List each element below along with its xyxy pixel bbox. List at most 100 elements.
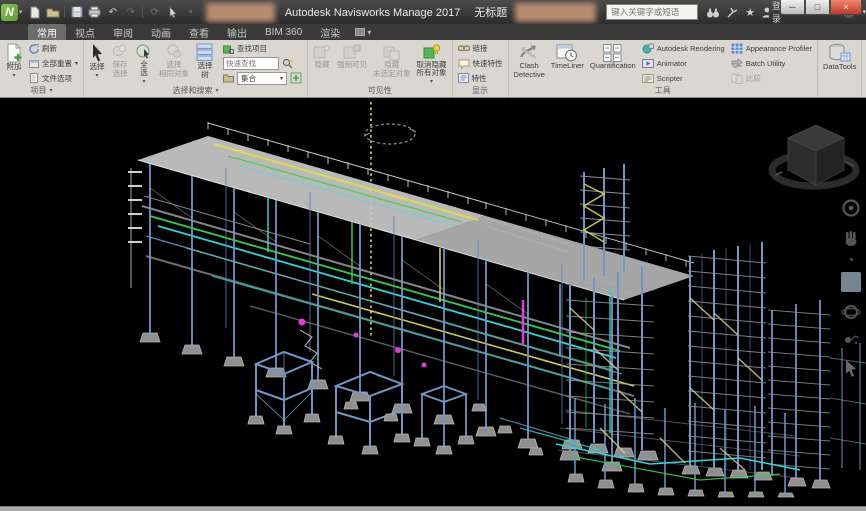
maximize-button[interactable]: □ <box>805 0 830 15</box>
find-items-button[interactable]: 查找项目 <box>221 42 304 56</box>
links-icon <box>458 44 470 53</box>
append-button[interactable]: 附加 ▾ <box>3 42 25 85</box>
quick-find-row <box>221 57 304 71</box>
select-button[interactable]: 选择 ▾ <box>87 42 107 85</box>
batch-utility-button[interactable]: Batch Utility <box>729 57 814 71</box>
sets-icon <box>223 73 234 83</box>
quantification-button[interactable]: Quantification <box>588 42 638 85</box>
save-icon <box>71 6 83 18</box>
new-file-button[interactable] <box>27 4 42 20</box>
minimize-button[interactable]: ─ <box>780 0 805 15</box>
refresh-icon <box>29 44 39 54</box>
orbit-icon[interactable] <box>841 303 861 321</box>
open-file-button[interactable] <box>45 4 60 20</box>
search-button[interactable] <box>706 7 720 18</box>
steering-wheel-icon[interactable] <box>841 198 861 218</box>
window-controls: ─ □ × <box>780 0 862 15</box>
animator-icon <box>642 58 654 69</box>
cursor-arrow-icon[interactable] <box>843 359 859 378</box>
save-selection-button[interactable]: 保存 选择 <box>109 42 131 85</box>
chevron-down-icon: ▾ <box>143 78 146 85</box>
tab-view[interactable]: 查看 <box>180 24 218 40</box>
navisworks-logo-icon: N <box>1 4 18 21</box>
chevron-down-icon: ▾ <box>19 8 23 16</box>
redo-button[interactable]: ↷ <box>123 4 138 20</box>
tall-tower <box>562 164 658 460</box>
hide-unselected-button[interactable]: 隐藏 未选定对象 <box>371 42 413 85</box>
zoom-tool-active[interactable] <box>841 272 861 292</box>
reset-all-button[interactable]: 全部重置 ▾ <box>27 57 80 71</box>
quick-find-input[interactable] <box>223 57 279 70</box>
communication-center-button[interactable] <box>727 7 738 18</box>
timeliner-button[interactable]: TimeLiner <box>549 42 586 85</box>
batch-utility-label: Batch Utility <box>746 59 786 68</box>
compare-button[interactable]: 比较 <box>729 71 814 85</box>
navigation-bar <box>836 198 866 378</box>
undo-button[interactable]: ↶ <box>105 4 120 20</box>
sets-label: 集合 <box>241 73 256 84</box>
group-label-project[interactable]: 项目 ▾ <box>0 85 83 97</box>
tab-review[interactable]: 审阅 <box>104 24 142 40</box>
select-same-icon <box>165 43 183 61</box>
select-same-button[interactable]: 选择 相同对象 <box>157 42 191 85</box>
require-button[interactable]: 强制可见 <box>335 42 369 85</box>
qat-dropdown-button[interactable]: ▾ <box>183 4 198 20</box>
hide-icon <box>313 43 331 61</box>
print-button[interactable] <box>87 4 102 20</box>
properties-button[interactable]: 特性 <box>456 71 505 85</box>
selection-tree-button[interactable]: 选择 树 <box>193 42 217 85</box>
sets-dropdown[interactable]: 集合 ▾ <box>237 72 287 85</box>
look-around-icon[interactable] <box>842 332 860 348</box>
infocenter-search-input[interactable] <box>606 4 698 20</box>
close-button[interactable]: × <box>830 0 862 15</box>
clash-detective-button[interactable]: Clash Detective <box>512 42 547 85</box>
refresh-model-button[interactable]: 刷新 <box>27 42 80 56</box>
group-datatools: DataTools <box>818 40 862 97</box>
tab-animation[interactable]: 动画 <box>142 24 180 40</box>
viewcube[interactable] <box>772 125 856 186</box>
tab-bim360[interactable]: BIM 360 <box>256 24 311 40</box>
autodesk-rendering-button[interactable]: Autodesk Rendering <box>640 42 727 56</box>
tab-home[interactable]: 常用 <box>28 24 66 40</box>
reset-all-icon <box>29 59 39 69</box>
refresh-button[interactable]: ⟳ <box>147 4 162 20</box>
select-tool-button[interactable] <box>165 4 180 20</box>
group-display: 链接 快速特性 特性 显示 <box>453 40 509 97</box>
help-dropdown-button[interactable]: ▾ <box>862 8 866 16</box>
datatools-button[interactable]: DataTools <box>821 42 858 85</box>
application-menu-button[interactable]: N ▾ <box>0 0 23 24</box>
tab-output[interactable]: 输出 <box>218 24 256 40</box>
datatools-icon <box>828 43 852 63</box>
user-icon <box>762 7 769 18</box>
appearance-profiler-button[interactable]: Appearance Profiler <box>729 42 814 56</box>
scripter-button[interactable]: Scripter <box>640 71 727 85</box>
file-options-button[interactable]: 文件选项 <box>27 71 80 85</box>
viewport-3d[interactable] <box>0 98 866 506</box>
group-project: 附加 ▾ 刷新 全部重置 ▾ 文件选项 <box>0 40 84 97</box>
save-selection-label: 保存 选择 <box>113 61 128 78</box>
save-button[interactable] <box>69 4 84 20</box>
select-all-button[interactable]: 全 选 ▾ <box>133 42 155 85</box>
quick-find-icon[interactable] <box>282 58 293 69</box>
tab-viewpoint[interactable]: 视点 <box>66 24 104 40</box>
favorites-button[interactable]: ★ <box>745 6 755 19</box>
bottom-strip <box>0 506 866 511</box>
save-sets-icon[interactable] <box>290 72 302 84</box>
chevron-down-icon: ▾ <box>367 28 371 37</box>
quick-properties-button[interactable]: 快速特性 <box>456 57 505 71</box>
group-label-select-search[interactable]: 选择和搜索 ▾ <box>84 85 307 97</box>
timeliner-label: TimeLiner <box>551 62 584 71</box>
clash-detective-icon <box>518 43 540 62</box>
links-button[interactable]: 链接 <box>456 42 505 56</box>
pan-hand-icon[interactable] <box>842 229 860 247</box>
animator-label: Animator <box>657 59 687 68</box>
tab-render[interactable]: 渲染 <box>311 24 349 40</box>
divider <box>64 6 65 18</box>
ribbon-display-toggle[interactable]: ▾ <box>355 24 371 40</box>
unhide-all-button[interactable]: 取消隐藏 所有对象 ▾ <box>415 42 449 85</box>
compare-label: 比较 <box>746 73 761 84</box>
select-all-icon <box>135 43 153 61</box>
hide-button[interactable]: 隐藏 <box>311 42 333 85</box>
reset-all-label: 全部重置 <box>42 58 72 69</box>
animator-button[interactable]: Animator <box>640 57 727 71</box>
